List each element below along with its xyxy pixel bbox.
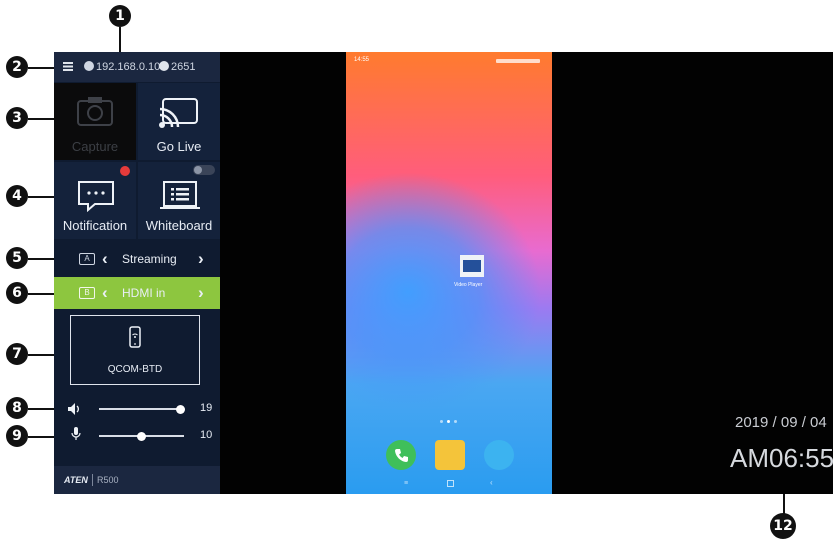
callout-1: 1 (109, 5, 131, 27)
callout-3: 3 (6, 107, 28, 129)
camera-icon (76, 97, 114, 127)
cast-icon (159, 97, 199, 129)
source-a-next-icon[interactable]: › (198, 243, 204, 275)
capture-label: Capture (71, 139, 119, 154)
source-a-row[interactable]: A ‹ Streaming › (54, 243, 220, 275)
callout-9-line (28, 436, 56, 438)
source-b-prev-icon[interactable]: ‹ (102, 277, 108, 309)
messages-app-icon[interactable] (435, 440, 465, 470)
callout-5: 5 (6, 247, 28, 269)
phone-mirror: 14:55 Video Player ≡ ‹ (346, 52, 552, 494)
volume-slider[interactable] (99, 404, 185, 414)
browser-app-icon[interactable] (484, 440, 514, 470)
footer: ATEN R500 (54, 466, 220, 494)
toggle-knob (194, 166, 202, 174)
mic-slider[interactable] (99, 431, 184, 441)
page-dot (447, 420, 450, 423)
whiteboard-button[interactable]: Whiteboard (138, 162, 220, 239)
clock-date: 2019 / 09 / 04 (735, 414, 827, 431)
wallpaper-wave (346, 162, 552, 422)
callout-7: 7 (6, 343, 28, 365)
nav-home-icon[interactable] (447, 480, 454, 487)
callout-5-line (28, 258, 56, 260)
device-card[interactable]: QCOM-BTD (70, 315, 200, 385)
go-live-label: Go Live (156, 139, 202, 154)
phone-call-app-icon[interactable] (386, 440, 416, 470)
callout-9: 9 (6, 425, 28, 447)
video-player-app-icon[interactable] (460, 255, 484, 277)
source-b-next-icon[interactable]: › (198, 277, 204, 309)
notification-dot (120, 166, 130, 176)
brand-logo: ATEN (64, 475, 88, 485)
control-panel: 192.168.0.10 2651 Capture Go Live Notifi… (54, 52, 220, 494)
callout-12-line (783, 494, 785, 514)
volume-value: 19 (200, 402, 213, 414)
phone-status-time: 14:55 (354, 57, 370, 63)
mic-slider-knob[interactable] (137, 431, 146, 441)
chat-bubble-icon (77, 180, 115, 213)
callout-3-line (28, 118, 56, 120)
source-b-badge: B (79, 287, 95, 299)
page-dot (440, 420, 443, 423)
callout-4-line (28, 196, 56, 198)
callout-6-line (28, 293, 56, 295)
clock-time: AM06:55 (730, 443, 833, 473)
volume-slider-knob[interactable] (176, 404, 185, 414)
ip-address: 192.168.0.10 (96, 61, 161, 73)
notification-button[interactable]: Notification (54, 162, 136, 239)
callout-4: 4 (6, 185, 28, 207)
go-live-button[interactable]: Go Live (138, 83, 220, 160)
nav-back-icon[interactable]: ‹ (490, 478, 493, 487)
port-code: 2651 (171, 61, 196, 73)
phone-status-icons (496, 59, 540, 63)
source-a-prev-icon[interactable]: ‹ (102, 243, 108, 275)
top-bar: 192.168.0.10 2651 (54, 52, 220, 82)
callout-8: 8 (6, 397, 28, 419)
model-name: R500 (97, 475, 119, 485)
menu-icon[interactable] (63, 62, 73, 71)
source-b-row[interactable]: B ‹ HDMI in › (54, 277, 220, 309)
callout-12: 12 (770, 513, 796, 539)
callout-7-line (28, 354, 56, 356)
whiteboard-icon (160, 180, 200, 212)
volume-icon[interactable] (68, 402, 82, 415)
app-icon-inner (463, 260, 481, 272)
mic-value: 10 (200, 429, 213, 441)
nav-menu-icon[interactable]: ≡ (404, 480, 408, 487)
whiteboard-toggle[interactable] (193, 165, 215, 175)
callout-2: 2 (6, 56, 28, 78)
network-icon (84, 61, 94, 71)
page-dots (440, 420, 460, 424)
callout-6: 6 (6, 282, 28, 304)
callout-2-line (28, 67, 56, 69)
footer-divider (92, 474, 93, 486)
lock-icon (159, 61, 169, 71)
phone-icon (129, 326, 141, 348)
source-a-badge: A (79, 253, 95, 265)
notification-label: Notification (62, 218, 128, 233)
callout-8-line (28, 408, 56, 410)
source-b-label: HDMI in (122, 286, 166, 300)
page-dot (454, 420, 457, 423)
microphone-icon[interactable] (71, 427, 81, 441)
source-a-label: Streaming (122, 252, 177, 266)
screen: 192.168.0.10 2651 Capture Go Live Notifi… (54, 52, 833, 494)
whiteboard-label: Whiteboard (145, 218, 213, 233)
video-player-label: Video Player (454, 282, 483, 288)
device-name: QCOM-BTD (107, 364, 163, 375)
capture-button[interactable]: Capture (54, 83, 136, 160)
